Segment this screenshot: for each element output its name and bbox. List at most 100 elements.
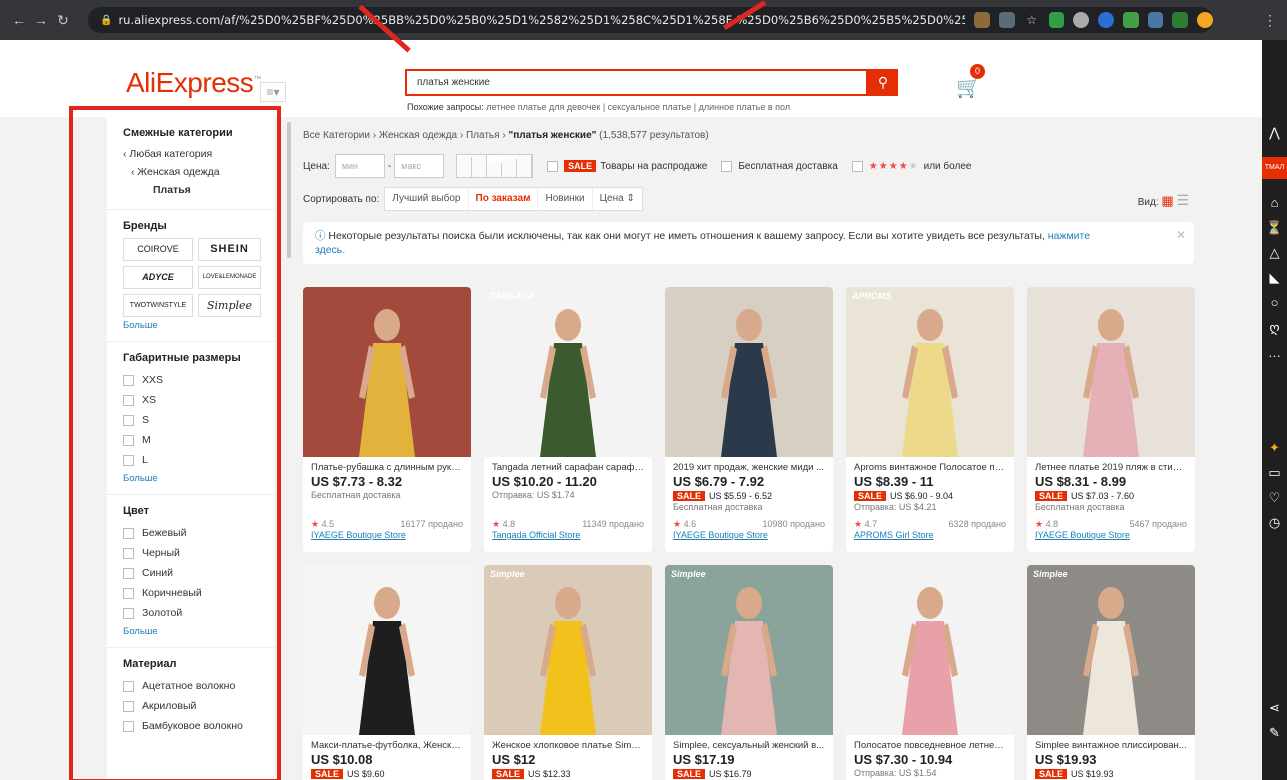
category-link-women[interactable]: ‹ Женская одежда <box>123 163 267 181</box>
address-bar[interactable]: 🔒 ru.aliexpress.com/af/%25D0%25BF%25D0%2… <box>88 7 1213 33</box>
star-icon[interactable]: ☆ <box>1024 12 1040 28</box>
sort-best-match[interactable]: Лучший выбор <box>385 188 469 210</box>
product-card[interactable]: Simplee Simplee, сексуальный женский в..… <box>665 565 833 780</box>
extension-icon[interactable] <box>1098 12 1114 28</box>
category-link-dresses[interactable]: Платья <box>123 181 267 199</box>
vk-icon[interactable] <box>1147 12 1164 28</box>
product-card[interactable]: TANGADA Tangada летний сарафан сарафа...… <box>484 287 652 552</box>
product-image[interactable]: APROMS <box>846 287 1014 457</box>
size-checkbox[interactable]: S <box>123 410 267 430</box>
product-title[interactable]: Tangada летний сарафан сарафа... <box>492 461 644 474</box>
shoe-icon[interactable]: ◣ <box>1262 270 1287 286</box>
product-title[interactable]: Платье-рубашка с длинным рука... <box>311 461 463 474</box>
sale-checkbox[interactable] <box>547 160 559 172</box>
reload-icon[interactable]: ↻ <box>52 12 74 29</box>
price-histogram[interactable] <box>456 154 534 178</box>
gift-icon[interactable]: ✦ <box>1262 440 1287 456</box>
more-link[interactable]: Больше <box>123 320 267 331</box>
close-icon[interactable]: ✕ <box>1176 228 1186 242</box>
heart-icon[interactable]: ♡ <box>1262 490 1287 506</box>
product-title[interactable]: Полосатое повседневное летнее... <box>854 739 1006 752</box>
more-link[interactable]: Больше <box>123 473 267 484</box>
product-card[interactable]: Simplee Женское хлопковое платье Simpl..… <box>484 565 652 780</box>
rating-checkbox[interactable] <box>851 160 863 172</box>
rating-filter-label[interactable]: или более <box>924 161 972 172</box>
product-card[interactable]: Летнее платье 2019 пляж в стиле... US $8… <box>1027 287 1195 552</box>
product-image[interactable] <box>303 287 471 457</box>
price-min-input[interactable]: мин <box>334 154 385 178</box>
product-title[interactable]: Simplee, сексуальный женский в... <box>673 739 825 752</box>
menu-icon[interactable]: ⋮ <box>1263 12 1277 29</box>
store-link[interactable]: Tangada Official Store <box>492 530 580 540</box>
extension-icon[interactable] <box>1197 12 1213 28</box>
bulb-icon[interactable]: ○ <box>1262 295 1287 310</box>
product-card[interactable]: APROMS Aproms винтажное Полосатое пл... … <box>846 287 1014 552</box>
breadcrumb-link[interactable]: Платья <box>466 130 500 141</box>
globe-icon[interactable] <box>1073 12 1090 28</box>
brand-logo[interactable]: LOVE&LEMONADE <box>198 266 261 289</box>
category-link-any[interactable]: ‹ Любая категория <box>123 145 267 163</box>
brand-logo[interactable]: TWOTWINSTYLE <box>123 294 193 317</box>
coupon-icon[interactable]: ▭ <box>1262 465 1287 481</box>
hat-icon[interactable]: ⌂ <box>1262 195 1287 210</box>
more-icon[interactable]: … <box>1262 345 1287 360</box>
product-image[interactable] <box>665 287 833 457</box>
size-checkbox[interactable]: M <box>123 430 267 450</box>
forward-icon[interactable]: → <box>30 12 52 28</box>
product-card[interactable]: Simplee Simplee винтажное плиссирован...… <box>1027 565 1195 780</box>
product-card[interactable]: Платье-рубашка с длинным рука... US $7.7… <box>303 287 471 552</box>
related-search-link[interactable]: летнее платье для девочек <box>486 102 600 112</box>
store-link[interactable]: IYAEGE Boutique Store <box>1035 530 1130 540</box>
translate-icon[interactable] <box>999 12 1015 28</box>
sale-filter-label[interactable]: Товары на распродаже <box>600 161 707 172</box>
bag-icon[interactable]: △ <box>1262 245 1287 261</box>
product-title[interactable]: Женское хлопковое платье Simpl... <box>492 739 644 752</box>
breadcrumb-link[interactable]: Женская одежда <box>379 130 457 141</box>
edit-icon[interactable]: ✎ <box>1262 725 1287 741</box>
color-checkbox[interactable]: Синий <box>123 563 267 583</box>
related-search-link[interactable]: сексуальное платье <box>608 102 692 112</box>
sort-by-orders[interactable]: По заказам <box>469 188 539 210</box>
search-input[interactable]: платья женские <box>405 69 868 96</box>
more-link[interactable]: Больше <box>123 626 267 637</box>
product-title[interactable]: Simplee винтажное плиссирован... <box>1035 739 1187 752</box>
material-checkbox[interactable]: Акриловый <box>123 696 267 716</box>
product-image[interactable]: TANGADA <box>484 287 652 457</box>
product-card[interactable]: Полосатое повседневное летнее... US $7.3… <box>846 565 1014 780</box>
price-max-input[interactable]: макс <box>394 154 445 178</box>
grid-view-icon[interactable]: ▦ <box>1161 193 1173 208</box>
store-link[interactable]: IYAEGE Boutique Store <box>673 530 768 540</box>
product-image[interactable]: Simplee <box>665 565 833 735</box>
color-checkbox[interactable]: Бежевый <box>123 523 267 543</box>
show-all-link[interactable]: нажмите <box>1048 230 1090 242</box>
product-title[interactable]: Aproms винтажное Полосатое пл... <box>854 461 1006 474</box>
brand-logo[interactable]: COIROVE <box>123 238 193 261</box>
extension-icon[interactable] <box>1122 12 1139 28</box>
breadcrumb-link[interactable]: Все Категории <box>303 130 370 141</box>
product-title[interactable]: 2019 хит продаж, женские миди ... <box>673 461 825 474</box>
color-checkbox[interactable]: Золотой <box>123 603 267 623</box>
promo-badge[interactable]: ТМАЛ <box>1262 157 1287 179</box>
search-icon[interactable]: ⚲ <box>868 69 898 96</box>
sort-newest[interactable]: Новинки <box>538 188 593 210</box>
toy-icon[interactable]: ღ <box>1262 320 1287 336</box>
list-view-icon[interactable]: ☰ <box>1176 192 1189 208</box>
back-icon[interactable]: ← <box>8 12 30 28</box>
brand-logo[interactable]: SHEIN <box>198 238 261 261</box>
size-checkbox[interactable]: XS <box>123 390 267 410</box>
store-link[interactable]: IYAEGE Boutique Store <box>311 530 406 540</box>
dress-icon[interactable]: ⏳ <box>1262 220 1287 236</box>
product-image[interactable]: Simplee <box>1027 565 1195 735</box>
sort-price[interactable]: Цена ⇕ <box>593 188 642 210</box>
product-image[interactable]: Simplee <box>484 565 652 735</box>
free-shipping-checkbox[interactable] <box>721 160 733 172</box>
material-checkbox[interactable]: Ацетатное волокно <box>123 676 267 696</box>
brand-logo[interactable]: Simplee <box>198 294 261 317</box>
product-card[interactable]: Макси-платье-футболка, Женско... US $10.… <box>303 565 471 780</box>
product-card[interactable]: 2019 хит продаж, женские миди ... US $6.… <box>665 287 833 552</box>
categories-menu-icon[interactable]: ≡▾ <box>260 82 286 102</box>
size-checkbox[interactable]: XXS <box>123 370 267 390</box>
size-checkbox[interactable]: L <box>123 450 267 470</box>
brand-logo[interactable]: ADYCE <box>123 266 193 289</box>
color-checkbox[interactable]: Коричневый <box>123 583 267 603</box>
